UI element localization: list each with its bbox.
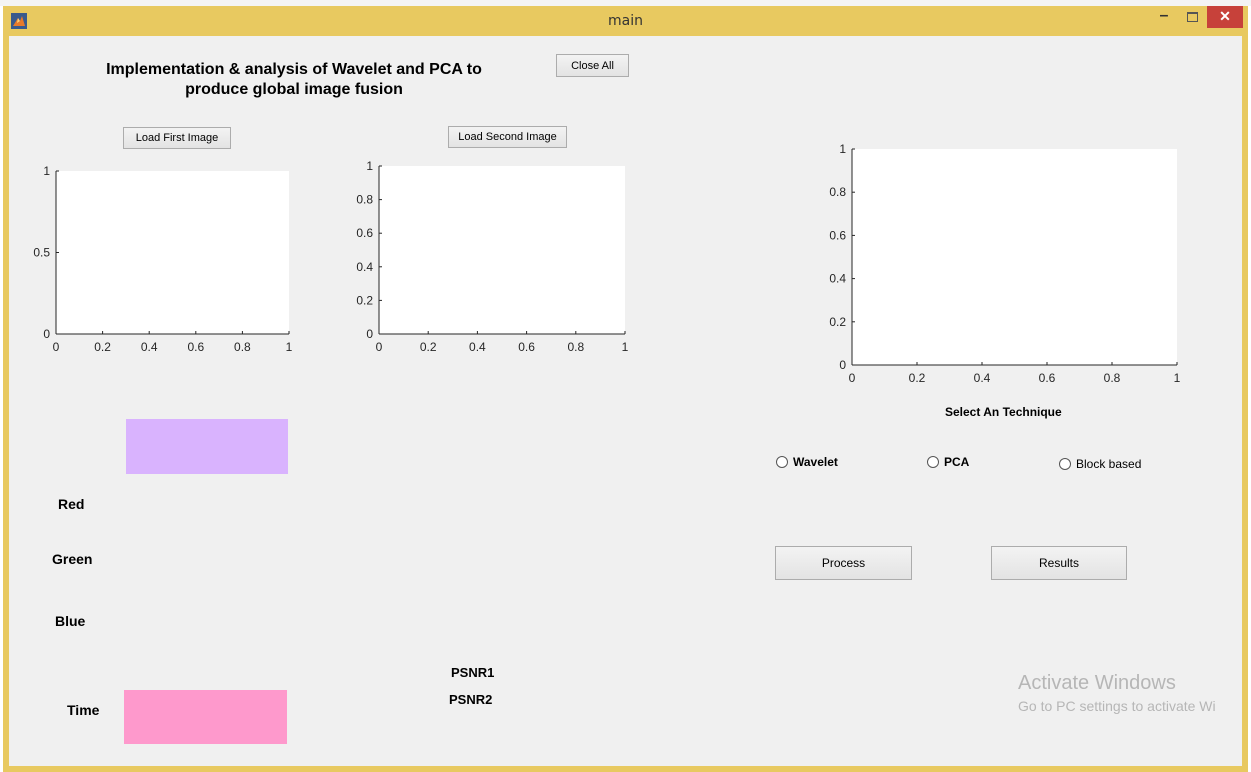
radio-pca[interactable]: PCA (927, 455, 969, 469)
radio-block-based-label: Block based (1076, 457, 1142, 471)
x-tick-label: 0.6 (518, 340, 535, 354)
load-second-image-button[interactable]: Load Second Image (448, 126, 567, 148)
x-tick-label: 0.6 (1039, 371, 1056, 385)
minimize-button[interactable]: – (1151, 6, 1177, 28)
radio-wavelet-circle[interactable] (776, 456, 788, 468)
maximize-button[interactable] (1179, 6, 1205, 28)
first-image-axes: 0 0.2 0.4 0.6 0.8 1 0 0.5 1 (33, 164, 293, 354)
x-tick-label: 0 (849, 371, 856, 385)
activate-windows-title: Activate Windows (1018, 672, 1176, 694)
plot-area (852, 149, 1177, 365)
y-tick-label: 0 (839, 358, 846, 372)
x-tick-label: 1 (1174, 371, 1181, 385)
window-title: main (608, 13, 643, 29)
x-tick-label: 1 (622, 340, 629, 354)
process-button[interactable]: Process (775, 546, 912, 580)
x-tick-label: 0 (376, 340, 383, 354)
y-tick-label: 0.8 (829, 185, 846, 199)
load-first-image-button[interactable]: Load First Image (123, 127, 231, 149)
y-tick-label: 0.2 (356, 293, 373, 307)
y-tick-label: 0.8 (356, 193, 373, 207)
x-tick-label: 0.2 (420, 340, 437, 354)
results-button[interactable]: Results (991, 546, 1127, 580)
x-tick-label: 0 (53, 340, 60, 354)
y-tick-label: 0.5 (33, 246, 50, 260)
y-tick-label: 0.6 (356, 226, 373, 240)
x-tick-label: 0.2 (94, 340, 111, 354)
x-tick-label: 1 (286, 340, 293, 354)
radio-block-based[interactable]: Block based (1059, 457, 1141, 471)
maximize-icon (1186, 12, 1198, 22)
fused-image-axes: 0 0.2 0.4 0.6 0.8 1 0 0.2 0.4 0.6 0.8 1 (829, 142, 1181, 385)
radio-block-based-circle[interactable] (1059, 458, 1071, 470)
x-tick-label: 0.8 (1104, 371, 1121, 385)
y-tick-label: 0 (43, 327, 50, 341)
y-tick-label: 1 (43, 164, 50, 178)
y-tick-label: 0.4 (356, 260, 373, 274)
blue-label: Blue (55, 613, 86, 629)
plot-area (56, 171, 289, 334)
plot-area (379, 166, 625, 334)
red-label: Red (58, 496, 85, 512)
x-tick-label: 0.6 (187, 340, 204, 354)
x-tick-label: 0.4 (141, 340, 158, 354)
y-tick-label: 0.2 (829, 315, 846, 329)
radio-pca-circle[interactable] (927, 456, 939, 468)
time-display-panel (124, 690, 287, 744)
radio-wavelet[interactable]: Wavelet (776, 455, 838, 469)
radio-pca-label: PCA (944, 455, 970, 469)
x-tick-label: 0.4 (974, 371, 991, 385)
x-tick-label: 0.8 (567, 340, 584, 354)
gui-title-line2: produce global image fusion (185, 81, 403, 98)
psnr1-label: PSNR1 (451, 665, 495, 680)
y-tick-label: 0 (366, 327, 373, 341)
figure-client-area: Implementation & analysis of Wavelet and… (9, 36, 1242, 766)
green-label: Green (52, 551, 93, 567)
title-bar[interactable]: main – ✕ (3, 6, 1248, 36)
color-display-panel (126, 419, 288, 474)
main-window: main – ✕ Implementation & analysis of Wa… (3, 6, 1248, 772)
x-tick-label: 0.8 (234, 340, 251, 354)
radio-wavelet-label: Wavelet (793, 455, 838, 469)
close-button[interactable]: ✕ (1207, 6, 1243, 28)
y-tick-label: 0.6 (829, 228, 846, 242)
time-label: Time (67, 702, 100, 718)
y-tick-label: 1 (366, 159, 373, 173)
gui-title: Implementation & analysis of Wavelet and… (69, 60, 519, 100)
activate-windows-subtitle: Go to PC settings to activate Wi (1018, 698, 1216, 714)
x-tick-label: 0.4 (469, 340, 486, 354)
close-all-button[interactable]: Close All (556, 54, 629, 77)
gui-title-line1: Implementation & analysis of Wavelet and… (106, 61, 482, 78)
second-image-axes: 0 0.2 0.4 0.6 0.8 1 0 0.2 0.4 0.6 0.8 1 (356, 159, 629, 354)
y-tick-label: 0.4 (829, 272, 846, 286)
x-tick-label: 0.2 (909, 371, 926, 385)
psnr2-label: PSNR2 (449, 692, 493, 707)
select-technique-label: Select An Technique (945, 405, 1062, 419)
y-tick-label: 1 (839, 142, 846, 156)
